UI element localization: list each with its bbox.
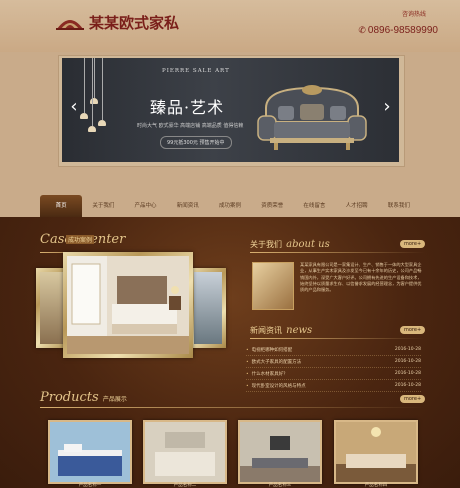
chevron-left-icon[interactable]: ‹ [67,95,81,119]
nav-item-products[interactable]: 产品中心 [124,195,166,217]
hotline-label: 咨询热线 [401,11,426,18]
pendant-lamp [84,58,85,113]
news-item-title: 欧式大子家具的配置方法 [251,359,302,365]
logo-crown-icon [56,19,84,30]
news-item[interactable]: • 什么水材家具好？ 2016-10-28 [246,368,421,380]
case-thumb-right[interactable] [190,268,226,348]
about-image [252,262,294,310]
news-list: • 电视柜哪种如何搭配 2016-10-28 • 欧式大子家具的配置方法 2016-… [246,344,421,392]
about-title-cn: 关于我们 [250,240,282,249]
nav-item-jobs[interactable]: 人才招聘 [336,195,378,217]
hotline-phone: 0896-98589990 [367,25,438,36]
product-card[interactable] [334,420,418,484]
products-title-en: Products [40,390,99,405]
banner-description: 时尚大气 欧式豪华 高端店铺 高端品质 值得信赖 [137,123,244,129]
nav-item-message[interactable]: 在线留言 [293,195,335,217]
news-item-title: 什么水材家具好？ [251,371,288,377]
divider [40,407,425,408]
banner-promo[interactable]: 99元抵300元 预售开始中 [160,136,232,149]
sofa-image [257,85,367,150]
product-image [145,422,225,482]
news-item-date: 2016-10-28 [394,359,421,364]
logo[interactable]: 某某欧式家私 [55,12,179,33]
cases-title-cn: 成功案例 [66,235,95,244]
pendant-lamp [94,58,95,98]
nav-item-news[interactable]: 新闻资讯 [167,195,209,217]
pendant-lamp-bulb [80,113,88,119]
news-item-date: 2016-10-28 [394,371,421,376]
banner-slider[interactable]: ‹ PIERRE SALE ART 臻品·艺术 时尚大气 欧式豪华 高端店铺 高… [62,58,399,162]
news-item[interactable]: • 现代卧室设计的风格与特点 2016-10-28 [246,380,421,392]
news-item-date: 2016-10-28 [394,347,421,352]
product-label[interactable]: 产品名称四 [336,482,416,488]
divider [250,338,425,339]
pendant-lamp [92,58,93,126]
news-item[interactable]: • 欧式大子家具的配置方法 2016-10-28 [246,356,421,368]
news-item-title: 现代卧室设计的风格与特点 [251,383,306,389]
product-image [240,422,320,482]
news-title-en: news [286,325,313,336]
product-label[interactable]: 产品名称三 [240,482,320,488]
products-title-cn: 产品展示 [102,396,127,403]
nav-item-cases[interactable]: 成功案例 [209,195,251,217]
pendant-lamp [102,58,103,120]
nav-item-about[interactable]: 关于我们 [82,195,124,217]
banner-subtitle: PIERRE SALE ART [162,68,230,74]
product-card[interactable] [48,420,132,484]
chevron-right-icon[interactable]: › [380,95,394,119]
news-title: 新闻资讯 news [250,322,312,337]
nav-item-honors[interactable]: 资质荣誉 [251,195,293,217]
nav-item-contact[interactable]: 联系我们 [378,195,420,217]
product-label[interactable]: 产品名称一 [50,482,130,488]
product-image [50,422,130,482]
product-card[interactable] [238,420,322,484]
product-image [336,422,416,482]
about-title-en: about us [286,239,330,250]
case-featured-image[interactable] [63,252,193,358]
header: 某某欧式家私 咨询热线 ✆ 0896-98589990 [0,0,460,52]
about-text: 某某家具有限公司是一家集设计、生产、销售于一体的大型家具企业，从事生产实木家具及… [300,262,422,293]
news-more-button[interactable]: more+ [400,326,426,334]
bedroom-image [67,256,189,354]
hotline: 咨询热线 ✆ 0896-98589990 [358,9,438,37]
products-more-button[interactable]: more+ [400,395,426,403]
phone-icon: ✆ [358,26,366,36]
product-label[interactable]: 产品名称二 [145,482,225,488]
product-card[interactable] [143,420,227,484]
news-item-title: 电视柜哪种如何搭配 [251,347,293,353]
news-title-cn: 新闻资讯 [250,326,282,335]
about-title: 关于我们 about us [250,236,330,251]
news-item[interactable]: • 电视柜哪种如何搭配 2016-10-28 [246,344,421,356]
main-nav: 首页 关于我们 产品中心 新闻资讯 成功案例 资质荣誉 在线留言 人才招聘 联系… [40,195,420,217]
pendant-lamp-bulb [88,126,96,132]
products-title: Products 产品展示 [40,390,127,405]
banner-title: 臻品·艺术 [150,98,225,117]
pendant-lamp-bulb [98,120,106,126]
nav-item-home[interactable]: 首页 [40,195,83,217]
about-more-button[interactable]: more+ [400,240,426,248]
divider [250,252,425,253]
logo-text: 某某欧式家私 [89,14,180,32]
news-item-date: 2016-10-28 [394,383,421,388]
